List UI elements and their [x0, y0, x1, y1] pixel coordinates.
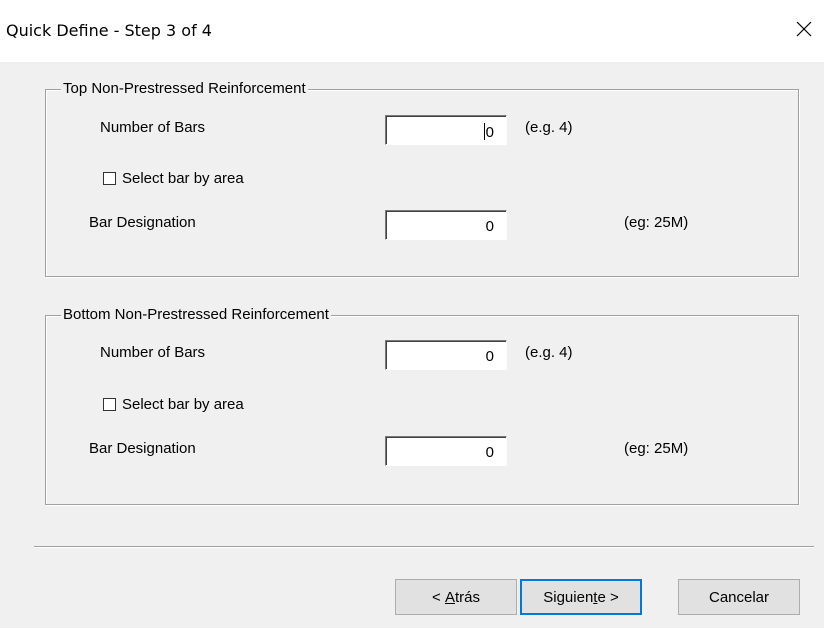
bottom-bar-designation-value: 0 — [485, 444, 494, 461]
bottom-num-bars-input[interactable]: 0 — [385, 340, 507, 370]
text-caret — [483, 123, 485, 140]
title-bar: Quick Define - Step 3 of 4 — [0, 0, 824, 62]
top-num-bars-label: Number of Bars — [100, 119, 206, 136]
bottom-select-by-area-checkbox[interactable] — [103, 398, 116, 411]
top-bar-designation-label: Bar Designation — [89, 214, 196, 231]
bottom-num-bars-value: 0 — [485, 348, 494, 365]
bottom-bar-designation-input[interactable]: 0 — [385, 436, 507, 466]
bottom-bar-designation-label: Bar Designation — [89, 440, 196, 457]
top-bar-designation-value: 0 — [485, 218, 494, 235]
top-num-bars-value: 0 — [485, 124, 494, 141]
back-button-rest: trás — [454, 588, 480, 606]
window-title: Quick Define - Step 3 of 4 — [6, 21, 212, 40]
back-button-prefix: < — [432, 588, 445, 606]
bottom-group-title: Bottom Non-Prestressed Reinforcement — [61, 306, 331, 324]
bottom-num-bars-label: Number of Bars — [100, 344, 206, 361]
top-num-bars-input[interactable]: 0 — [385, 115, 507, 145]
bottom-select-by-area-label: Select bar by area — [122, 396, 244, 413]
top-group-title: Top Non-Prestressed Reinforcement — [61, 80, 308, 98]
separator — [34, 546, 814, 548]
close-icon — [796, 21, 812, 37]
top-num-bars-hint: (e.g. 4) — [525, 119, 573, 136]
back-button[interactable]: < Atrás — [395, 579, 517, 615]
next-button-prefix: Siguien — [543, 588, 594, 606]
bottom-bar-designation-hint: (eg: 25M) — [624, 440, 689, 457]
cancel-button[interactable]: Cancelar — [678, 579, 800, 615]
bottom-num-bars-hint: (e.g. 4) — [525, 344, 573, 361]
cancel-button-label: Cancelar — [708, 588, 770, 606]
next-button-rest: e > — [597, 588, 619, 606]
top-bar-designation-hint: (eg: 25M) — [624, 214, 689, 231]
next-button[interactable]: Siguien t e > — [520, 579, 642, 615]
back-button-mnemonic: A — [444, 588, 455, 606]
top-select-by-area-label: Select bar by area — [122, 170, 244, 187]
top-bar-designation-input[interactable]: 0 — [385, 210, 507, 240]
close-button[interactable] — [784, 12, 824, 46]
top-select-by-area-checkbox[interactable] — [103, 172, 116, 185]
